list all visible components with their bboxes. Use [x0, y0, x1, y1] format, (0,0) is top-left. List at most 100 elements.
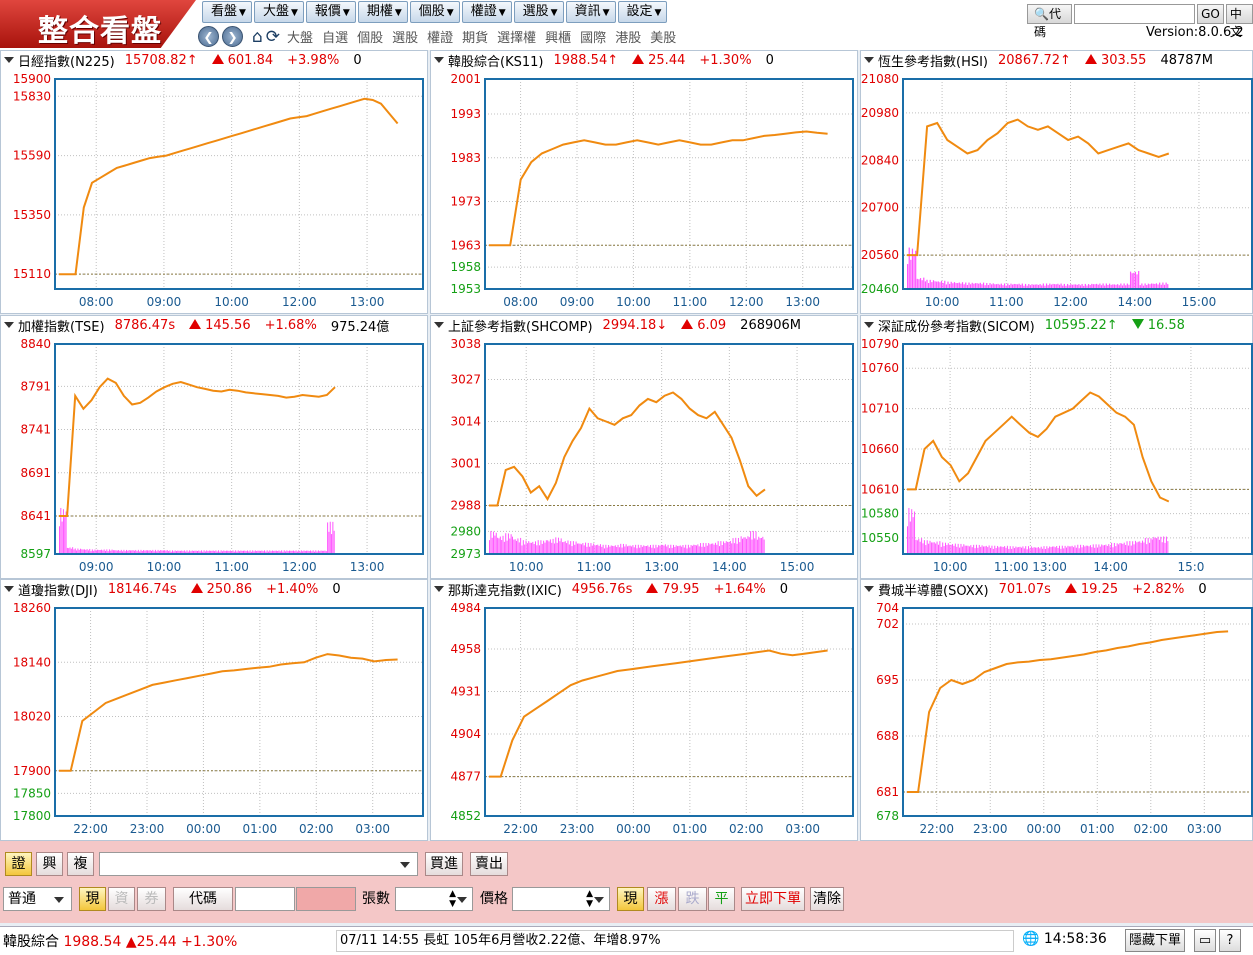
go-button[interactable]: GO — [1197, 4, 1224, 24]
menu-screener[interactable]: 選股 ▼ — [513, 1, 564, 23]
volume-bar — [763, 539, 765, 554]
code-button[interactable]: 代碼 — [173, 887, 233, 911]
nav-link-hk[interactable]: 港股 — [615, 27, 641, 46]
volume-bar — [1163, 536, 1165, 554]
nav-link-market[interactable]: 大盤 — [287, 27, 313, 46]
nav-link-warrant[interactable]: 權證 — [427, 27, 453, 46]
tab-compound[interactable]: 複 — [67, 852, 94, 876]
index-panel-soxx[interactable]: 費城半導體(SOXX) 701.07 s 19.25 +2.82% 0 704 702 695 6… — [860, 579, 1253, 841]
limit-up-button[interactable]: 漲 — [647, 887, 676, 911]
order-type-select[interactable]: 普通 — [3, 887, 72, 911]
cash-button[interactable]: 現 — [79, 887, 106, 911]
price-line — [489, 130, 828, 247]
submit-order-button[interactable]: 立即下單 — [741, 887, 805, 911]
qty-input[interactable]: ▲ ▼ — [395, 887, 473, 911]
nav-link-futures[interactable]: 期貨 — [462, 27, 488, 46]
y-tick-label: 15590 — [13, 149, 51, 163]
menu-view[interactable]: 看盤 ▼ — [202, 1, 252, 23]
price-input[interactable]: ▲ ▼ — [512, 887, 610, 911]
volume-bar — [714, 542, 716, 554]
x-tick-label: 10:00 — [616, 295, 651, 309]
volume-bar — [1084, 546, 1086, 554]
volume-bar — [512, 536, 513, 554]
volume-bar — [578, 543, 580, 554]
index-panel-tse[interactable]: 加權指數(TSE) 8786.47 s 145.56 +1.68% 975.24億 8840… — [0, 315, 428, 579]
short-button[interactable]: 券 — [137, 887, 166, 911]
index-panel-ks11[interactable]: 韓股綜合(KS11) 1988.54 ↑ 25.44 +1.30% 0 2001 1993 19… — [430, 50, 858, 314]
forward-icon[interactable]: ❯ — [222, 26, 243, 47]
menu-warrant[interactable]: 權證 ▼ — [461, 1, 512, 23]
code-search-label[interactable]: 🔍代碼 — [1027, 4, 1073, 39]
help-icon[interactable]: ? — [1219, 929, 1241, 952]
menu-futures-options[interactable]: 期權 ▼ — [357, 1, 408, 23]
index-chart[interactable]: 4984 4958 4931 4904 4877 4852 22:00 23:00 00:00 0… — [431, 580, 859, 842]
tab-emerging[interactable]: 興 — [36, 852, 63, 876]
nav-link-us[interactable]: 美股 — [650, 27, 676, 46]
index-chart[interactable]: 15900 15830 15590 15350 15110 08:00 09:00 10:00… — [1, 51, 429, 315]
y-tick-label: 2973 — [450, 547, 481, 561]
index-chart[interactable]: 3038 3027 3014 3001 2988 2980 2973 10:00 11:00 13… — [431, 316, 859, 580]
nav-link-options[interactable]: 選擇權 — [497, 27, 536, 46]
code-search: 🔍代碼 GO 中文 — [1027, 4, 1253, 39]
index-chart[interactable]: 10790 10760 10710 10660 10610 10580 10550 10:00… — [861, 316, 1253, 580]
chinese-button[interactable]: 中文 — [1225, 4, 1253, 39]
menu-settings[interactable]: 設定 ▼ — [617, 1, 668, 23]
volume-bar — [929, 279, 931, 289]
window-icon[interactable]: ▭ — [1194, 929, 1216, 952]
volume-bar — [640, 544, 642, 554]
sell-button[interactable]: 賣出 — [470, 852, 508, 876]
market-price-button[interactable]: 現 — [617, 887, 644, 911]
volume-bar — [510, 534, 512, 554]
buy-button[interactable]: 買進 — [425, 852, 463, 876]
clear-button[interactable]: 清除 — [810, 887, 844, 911]
home-icon[interactable]: ⌂ — [252, 27, 263, 47]
code-search-input[interactable] — [1074, 4, 1196, 24]
index-panel-n225[interactable]: 日經指數(N225) 15708.82 ↑ 601.84 +3.98% 0 15900 158… — [0, 50, 428, 314]
volume-bar — [949, 544, 951, 554]
index-chart[interactable]: 704 702 695 688 681 678 22:00 23:00 00:00 01:00 02… — [861, 580, 1253, 842]
index-panel-sicom[interactable]: 深証成份參考指數(SICOM) 10595.22 ↑ 16.58 10790 10760 1… — [860, 315, 1253, 579]
stock-code-input[interactable] — [235, 887, 295, 911]
volume-bar — [530, 542, 532, 554]
refresh-icon[interactable]: ⟳ — [266, 27, 280, 47]
index-chart[interactable]: 21080 20980 20840 20700 20560 20460 10:00 11:00… — [861, 51, 1253, 315]
volume-bar — [743, 537, 745, 554]
nav-link-screener[interactable]: 選股 — [392, 27, 418, 46]
menu-market[interactable]: 大盤 ▼ — [253, 1, 304, 23]
index-chart[interactable]: 8840 8791 8741 8691 8641 8597 09:00 10:00 11:00 1… — [1, 316, 429, 580]
menu-stock[interactable]: 個股 ▼ — [409, 1, 460, 23]
index-panel-shcomp[interactable]: 上証參考指數(SHCOMP) 2994.18 ↓ 6.09 268906M 3038 302… — [430, 315, 858, 579]
index-panel-hsi[interactable]: 恆生參考指數(HSI) 20867.72 ↑ 303.55 48787M 21080 209… — [860, 50, 1253, 314]
volume-bar — [1056, 546, 1058, 554]
volume-bar — [994, 545, 996, 554]
nav-link-emerging[interactable]: 興櫃 — [545, 27, 571, 46]
volume-bar — [929, 540, 931, 554]
flat-price-button[interactable]: 平 — [708, 887, 735, 911]
spinner-icon[interactable]: ▲ ▼ — [449, 889, 456, 909]
menu-info[interactable]: 資訊 ▼ — [565, 1, 616, 23]
tab-securities[interactable]: 證 — [5, 852, 32, 876]
nav-link-international[interactable]: 國際 — [580, 27, 606, 46]
margin-button[interactable]: 資 — [108, 887, 135, 911]
index-panel-ixic[interactable]: 那斯達克指數(IXIC) 4956.76 s 79.95 +1.64% 0 4984 4958… — [430, 579, 858, 841]
menu-quote[interactable]: 報價 ▼ — [305, 1, 356, 23]
volume-bar — [733, 543, 735, 554]
chevron-down-icon[interactable] — [594, 897, 604, 903]
index-panel-dji[interactable]: 道瓊指數(DJI) 18146.74 s 250.86 +1.40% 0 18260 1814… — [0, 579, 428, 841]
index-chart[interactable]: 2001 1993 1983 1973 1963 1958 1953 08:00 09:00 10… — [431, 51, 859, 315]
chevron-down-icon[interactable] — [457, 897, 467, 903]
account-select[interactable] — [99, 852, 418, 876]
nav-link-watchlist[interactable]: 自選 — [322, 27, 348, 46]
nav-link-stock[interactable]: 個股 — [357, 27, 383, 46]
volume-bar — [911, 509, 913, 554]
limit-down-button[interactable]: 跌 — [678, 887, 707, 911]
news-ticker[interactable]: 07/11 14:55 長虹 105年6月營收2.22億、年增8.97% — [336, 930, 1014, 952]
hide-order-button[interactable]: 隱藏下單 — [1125, 929, 1186, 952]
index-chart[interactable]: 18260 18140 18020 17900 17850 17800 22:00 23:00… — [1, 580, 429, 842]
volume-bar — [984, 546, 986, 554]
volume-bar — [720, 541, 722, 554]
volume-bar — [72, 547, 74, 554]
back-icon[interactable]: ❮ — [198, 26, 219, 47]
volume-bar — [664, 544, 666, 554]
spinner-icon[interactable]: ▲ ▼ — [586, 889, 593, 909]
